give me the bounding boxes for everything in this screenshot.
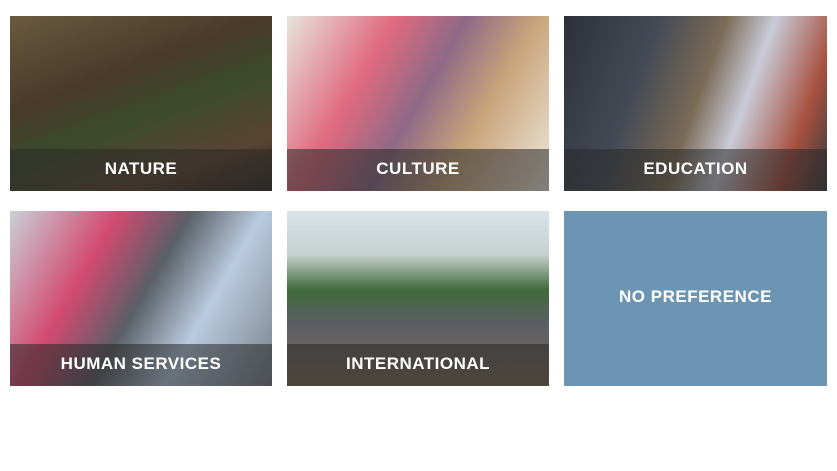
category-label-education: EDUCATION	[643, 159, 748, 178]
category-tile-education[interactable]: EDUCATION	[564, 16, 827, 191]
interest-category-grid: NATURE CULTURE EDUCATION HUMAN SERVICES …	[0, 0, 837, 471]
category-tile-international[interactable]: INTERNATIONAL	[287, 211, 549, 386]
category-label-culture: CULTURE	[376, 159, 460, 178]
category-label-human-services: HUMAN SERVICES	[60, 354, 222, 373]
category-tile-culture[interactable]: CULTURE	[287, 16, 549, 191]
category-tile-human-services[interactable]: HUMAN SERVICES	[10, 211, 272, 386]
category-label-nature: NATURE	[104, 159, 178, 178]
category-tile-nature[interactable]: NATURE	[10, 16, 272, 191]
category-label-international: INTERNATIONAL	[345, 354, 491, 373]
category-label-no-preference: NO PREFERENCE	[619, 287, 772, 306]
category-tile-no-preference[interactable]: NO PREFERENCE	[564, 211, 827, 386]
